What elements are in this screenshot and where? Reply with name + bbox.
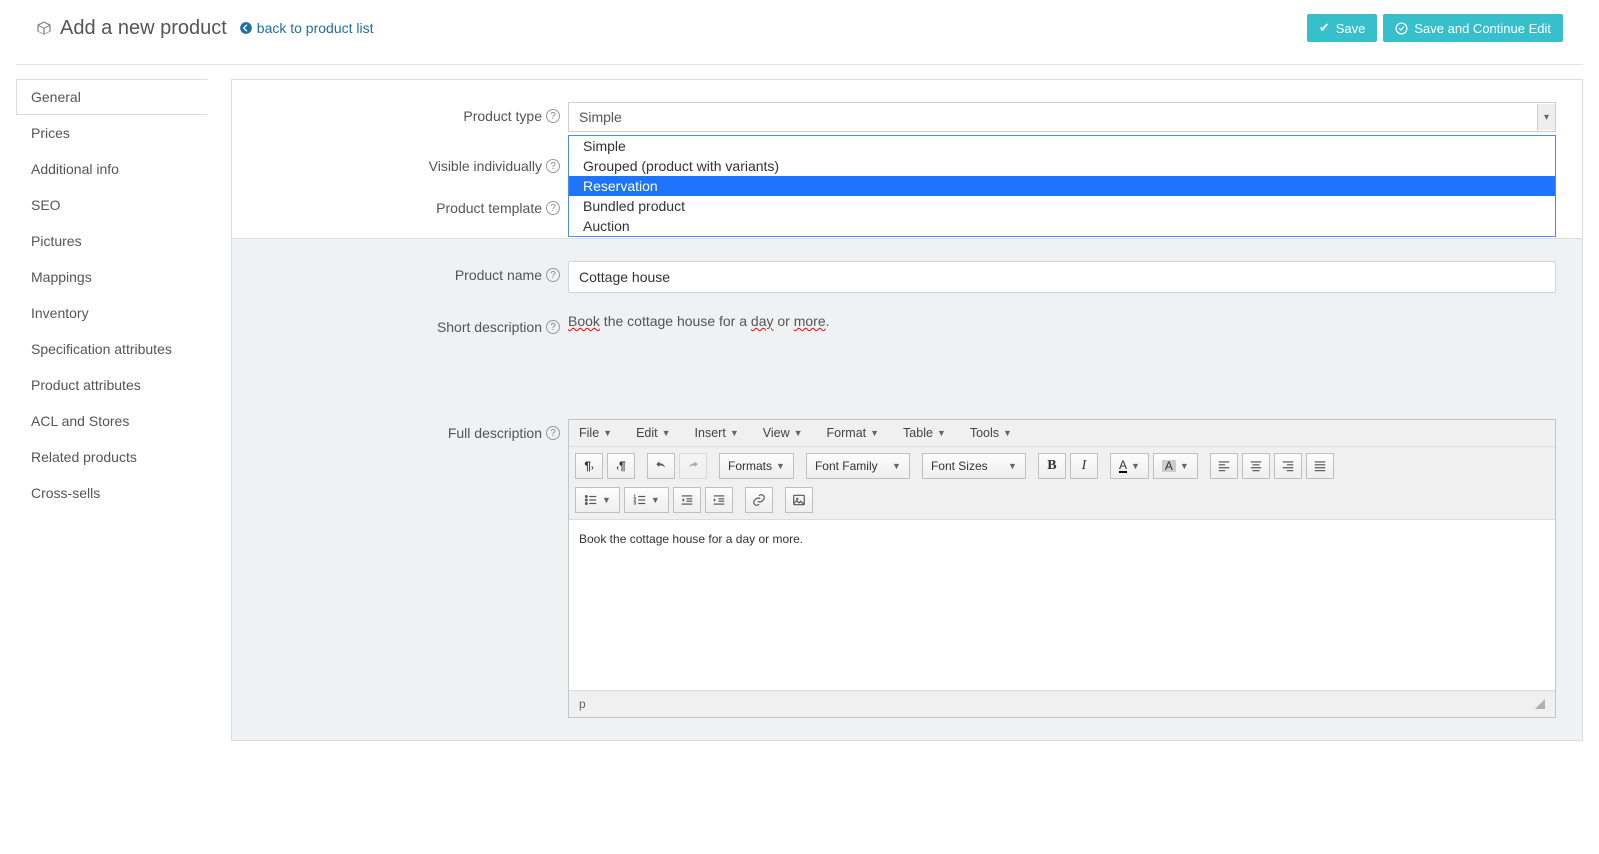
editor-menu-format[interactable]: Format▼: [827, 426, 880, 440]
back-arrow-icon: [239, 21, 253, 35]
italic-icon[interactable]: I: [1070, 453, 1098, 479]
help-icon[interactable]: ?: [546, 426, 560, 440]
product-type-control: Simple ▾ SimpleGrouped (product with var…: [568, 102, 1556, 132]
label-product-template: Product template ?: [258, 194, 568, 216]
redo-icon[interactable]: [679, 453, 707, 479]
editor-menu-tools[interactable]: Tools▼: [970, 426, 1012, 440]
rtl-icon[interactable]: ‹¶: [607, 453, 635, 479]
tab-cross-sells[interactable]: Cross-sells: [16, 475, 208, 511]
align-center-icon[interactable]: [1242, 453, 1270, 479]
product-name-input[interactable]: [568, 261, 1556, 293]
main-panel: Product type ? Simple ▾ SimpleGrouped (p…: [232, 79, 1583, 741]
label-product-type: Product type ?: [258, 102, 568, 124]
align-left-icon[interactable]: [1210, 453, 1238, 479]
resize-handle-icon[interactable]: [1535, 699, 1545, 709]
outdent-icon[interactable]: [673, 487, 701, 513]
editor-menu-insert[interactable]: Insert▼: [695, 426, 739, 440]
font-family-dropdown[interactable]: Font Family▼: [806, 453, 910, 479]
row-short-description: Short description ? Book the cottage hou…: [258, 313, 1556, 399]
help-icon[interactable]: ?: [546, 109, 560, 123]
product-type-dropdown: SimpleGrouped (product with variants)Res…: [568, 135, 1556, 237]
link-icon[interactable]: [745, 487, 773, 513]
section-type: Product type ? Simple ▾ SimpleGrouped (p…: [231, 79, 1583, 239]
chevron-down-icon: ▾: [1537, 104, 1555, 130]
tab-seo[interactable]: SEO: [16, 187, 208, 223]
check-icon: ✔: [1319, 20, 1330, 36]
content: GeneralPricesAdditional infoSEOPicturesM…: [0, 65, 1599, 755]
label-full-description: Full description ?: [258, 419, 568, 441]
editor-menu-table[interactable]: Table▼: [903, 426, 946, 440]
short-description-textarea[interactable]: Book the cottage house for a day or more…: [568, 313, 1556, 399]
bullet-list-icon[interactable]: ▼: [575, 487, 620, 513]
bold-icon[interactable]: B: [1038, 453, 1066, 479]
product-type-value: Simple: [579, 109, 622, 125]
align-justify-icon[interactable]: [1306, 453, 1334, 479]
editor-path: p: [579, 697, 586, 711]
dropdown-option[interactable]: Reservation: [569, 176, 1555, 196]
tab-mappings[interactable]: Mappings: [16, 259, 208, 295]
row-full-description: Full description ? File▼ Edit▼ Insert▼ View…: [258, 419, 1556, 718]
tab-product-attributes[interactable]: Product attributes: [16, 367, 208, 403]
image-icon[interactable]: [785, 487, 813, 513]
label-product-name: Product name ?: [258, 261, 568, 283]
bg-color-icon[interactable]: A▼: [1153, 453, 1198, 479]
header-actions: ✔ Save Save and Continue Edit: [1307, 14, 1563, 42]
tab-additional-info[interactable]: Additional info: [16, 151, 208, 187]
tab-prices[interactable]: Prices: [16, 115, 208, 151]
indent-icon[interactable]: [705, 487, 733, 513]
page-header: Add a new product back to product list ✔…: [0, 0, 1599, 64]
ltr-icon[interactable]: ¶›: [575, 453, 603, 479]
tab-specification-attributes[interactable]: Specification attributes: [16, 331, 208, 367]
page-title: Add a new product: [36, 17, 227, 40]
dropdown-option[interactable]: Grouped (product with variants): [569, 156, 1555, 176]
rich-text-editor: File▼ Edit▼ Insert▼ View▼ Format▼ Table▼ Tools…: [568, 419, 1556, 718]
dropdown-option[interactable]: Bundled product: [569, 196, 1555, 216]
short-description-control: Book the cottage house for a day or more…: [568, 313, 1556, 399]
back-link[interactable]: back to product list: [239, 20, 374, 36]
editor-menu-view[interactable]: View▼: [763, 426, 803, 440]
cube-icon: [36, 20, 52, 36]
font-sizes-dropdown[interactable]: Font Sizes▼: [922, 453, 1026, 479]
tab-acl-and-stores[interactable]: ACL and Stores: [16, 403, 208, 439]
help-icon[interactable]: ?: [546, 201, 560, 215]
save-continue-button-label: Save and Continue Edit: [1414, 21, 1551, 36]
editor-body-text: Book the cottage house for a day or more…: [579, 532, 803, 546]
back-link-label: back to product list: [257, 20, 374, 36]
dropdown-option[interactable]: Simple: [569, 136, 1555, 156]
tab-inventory[interactable]: Inventory: [16, 295, 208, 331]
text-color-icon[interactable]: A▼: [1110, 453, 1149, 479]
full-description-control: File▼ Edit▼ Insert▼ View▼ Format▼ Table▼ Tools…: [568, 419, 1556, 718]
undo-icon[interactable]: [647, 453, 675, 479]
help-icon[interactable]: ?: [546, 159, 560, 173]
svg-text:3: 3: [634, 501, 637, 506]
product-name-control: [568, 261, 1556, 293]
editor-menu-edit[interactable]: Edit▼: [636, 426, 670, 440]
editor-statusbar: p: [569, 690, 1555, 717]
page-title-text: Add a new product: [60, 17, 227, 40]
dropdown-option[interactable]: Auction: [569, 216, 1555, 236]
save-button-label: Save: [1336, 21, 1366, 36]
editor-menubar: File▼ Edit▼ Insert▼ View▼ Format▼ Table▼ Tools…: [569, 420, 1555, 447]
product-type-select[interactable]: Simple ▾: [568, 102, 1556, 132]
save-continue-button[interactable]: Save and Continue Edit: [1383, 14, 1563, 42]
help-icon[interactable]: ?: [546, 268, 560, 282]
tab-general[interactable]: General: [16, 79, 208, 115]
section-details: Product name ? Short description ? Book …: [231, 239, 1583, 741]
save-button[interactable]: ✔ Save: [1307, 14, 1378, 42]
formats-dropdown[interactable]: Formats▼: [719, 453, 794, 479]
label-visible-individually: Visible individually ?: [258, 152, 568, 174]
row-product-name: Product name ?: [258, 261, 1556, 293]
align-right-icon[interactable]: [1274, 453, 1302, 479]
editor-body[interactable]: Book the cottage house for a day or more…: [569, 520, 1555, 690]
editor-toolbar: ¶› ‹¶ Formats▼ Font Family▼ Font Sizes▼: [569, 447, 1555, 520]
tab-related-products[interactable]: Related products: [16, 439, 208, 475]
editor-menu-file[interactable]: File▼: [579, 426, 612, 440]
row-product-type: Product type ? Simple ▾ SimpleGrouped (p…: [258, 102, 1556, 132]
label-short-description: Short description ?: [258, 313, 568, 335]
check-circle-icon: [1395, 22, 1408, 35]
tab-pictures[interactable]: Pictures: [16, 223, 208, 259]
number-list-icon[interactable]: 123▼: [624, 487, 669, 513]
sidebar-tabs: GeneralPricesAdditional infoSEOPicturesM…: [16, 79, 208, 511]
help-icon[interactable]: ?: [546, 320, 560, 334]
